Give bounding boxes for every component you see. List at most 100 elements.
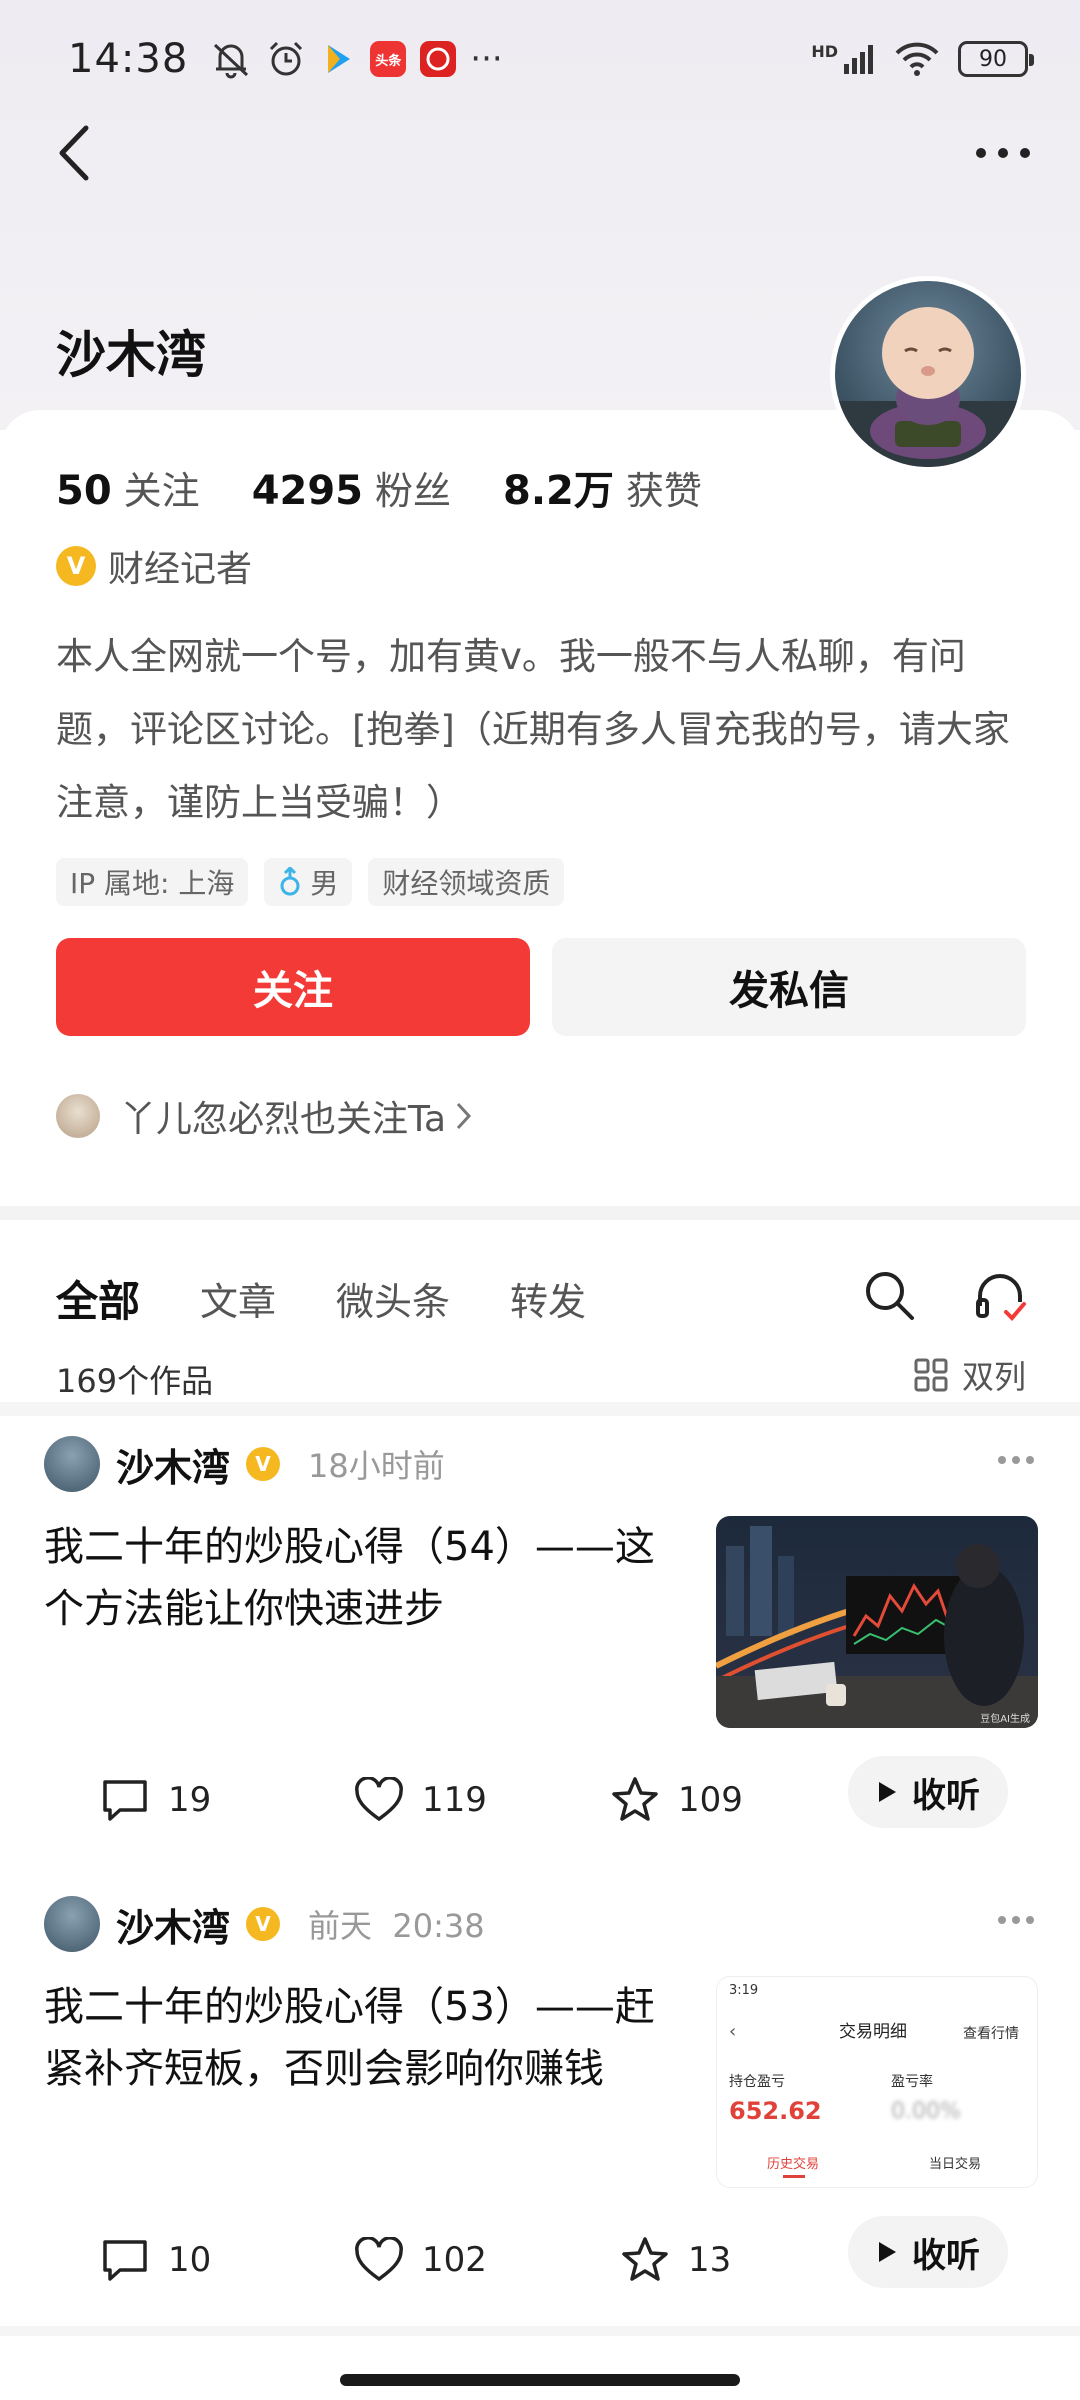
back-button[interactable] xyxy=(52,118,108,188)
works-count: 169个作品 xyxy=(56,1362,214,1400)
post-author[interactable]: 沙木湾 V 18小时前 xyxy=(44,1436,445,1492)
stat-label: 获赞 xyxy=(625,469,702,513)
section-divider xyxy=(0,1206,1080,1220)
play-icon xyxy=(879,2242,896,2262)
post-author-name: 沙木湾 xyxy=(116,1445,231,1490)
app-icon xyxy=(320,41,356,77)
thumb-value-blurred: 0.00% xyxy=(891,2099,961,2124)
thumbnail-caption: 豆包AI生成 xyxy=(980,1712,1030,1725)
post-actions: 10 102 13 xyxy=(100,2236,731,2284)
favorite-button[interactable]: 109 xyxy=(610,1776,743,1824)
post-more-button[interactable] xyxy=(994,1910,1038,1930)
chevron-right-icon xyxy=(456,1102,472,1130)
profile-tags: IP 属地: 上海 男 财经领域资质 xyxy=(56,858,565,906)
comment-icon xyxy=(103,2240,147,2281)
favorite-count: 109 xyxy=(678,1780,743,1820)
profile-stats: 50 关注 4295 粉丝 8.2万 获赞 xyxy=(56,458,702,516)
verified-icon: V xyxy=(56,546,96,586)
verified-title: 财经记者 xyxy=(108,549,253,590)
status-icons: 头条 ··· xyxy=(210,39,503,79)
like-count: 102 xyxy=(422,2240,487,2280)
thumb-status-time: 3:19 xyxy=(729,1983,759,1998)
star-icon xyxy=(622,2237,668,2281)
post-actions: 19 119 109 xyxy=(100,1776,743,1824)
more-dots-icon xyxy=(998,1916,1034,1924)
verified-icon: V xyxy=(246,1447,281,1481)
gender-tag: 男 xyxy=(264,858,353,906)
male-icon xyxy=(280,867,300,896)
thumb-back-icon: ‹ xyxy=(729,2021,737,2042)
profile-avatar[interactable] xyxy=(830,276,1026,472)
thumb-value: 652.62 xyxy=(729,2097,822,2125)
back-arrow-icon xyxy=(59,125,89,181)
verified-badge-row: V 财经记者 xyxy=(56,540,252,592)
profile-name: 沙木湾 xyxy=(56,326,206,384)
stat-number: 4295 xyxy=(251,468,364,514)
post-item[interactable]: 沙木湾 V 18小时前 我二十年的炒股心得（54）——这个方法能让你快速进步 豆… xyxy=(0,1436,1080,1876)
qualification-tag[interactable]: 财经领域资质 xyxy=(368,858,565,906)
post-thumbnail[interactable]: 豆包AI生成 xyxy=(716,1516,1038,1728)
thumb-label: 盈亏率 xyxy=(891,2074,933,2090)
tab-all[interactable]: 全部 xyxy=(56,1268,140,1329)
stat-number: 50 xyxy=(56,468,112,514)
comment-button[interactable]: 10 xyxy=(100,2237,354,2283)
comment-count: 19 xyxy=(168,1780,212,1820)
post-author-avatar xyxy=(44,1436,100,1492)
layout-toggle[interactable]: 双列 xyxy=(914,1352,1026,1398)
comment-icon xyxy=(103,1780,147,1821)
post-author-name: 沙木湾 xyxy=(116,1905,231,1950)
like-button[interactable]: 119 xyxy=(354,1777,610,1823)
thumb-tab-indicator xyxy=(783,2175,805,2178)
status-right: HD 90 xyxy=(811,41,1034,77)
stat-likes[interactable]: 8.2万 获赞 xyxy=(503,458,702,516)
thumb-tab: 当日交易 xyxy=(929,2157,982,2172)
signal-icon: HD xyxy=(811,42,876,76)
heart-icon xyxy=(355,2237,403,2282)
thumb-link: 查看行情 xyxy=(963,2026,1019,2042)
status-time: 14:38 xyxy=(68,36,189,82)
stat-following[interactable]: 50 关注 xyxy=(56,460,200,515)
message-button[interactable]: 发私信 xyxy=(552,938,1026,1036)
post-thumbnail[interactable]: 3:19 ‹ 交易明细 查看行情 持仓盈亏 盈亏率 652.62 0.00% 历… xyxy=(716,1976,1038,2188)
app-icon xyxy=(420,41,457,77)
post-author[interactable]: 沙木湾 V 前天 20:38 xyxy=(44,1896,485,1952)
tab-articles[interactable]: 文章 xyxy=(200,1271,276,1326)
headphones-icon xyxy=(976,1274,1026,1321)
more-options-button[interactable] xyxy=(968,128,1038,178)
post-title[interactable]: 我二十年的炒股心得（53）——赶紧补齐短板，否则会影响你赚钱 xyxy=(44,1976,684,2100)
post-title[interactable]: 我二十年的炒股心得（54）——这个方法能让你快速进步 xyxy=(44,1516,684,1640)
ip-location-tag: IP 属地: 上海 xyxy=(56,858,249,906)
mutual-avatar xyxy=(56,1094,100,1138)
listen-button[interactable]: 收听 xyxy=(848,1756,1008,1828)
stat-number: 8.2万 xyxy=(503,468,614,514)
post-more-button[interactable] xyxy=(994,1450,1038,1470)
stat-label: 关注 xyxy=(123,469,200,513)
status-bar: 14:38 头条 ··· HD 90 xyxy=(0,0,1080,118)
mute-icon xyxy=(210,39,252,79)
listen-all-button[interactable] xyxy=(972,1268,1028,1324)
search-button[interactable] xyxy=(862,1268,916,1322)
mutual-follow-text: 丫儿忽必烈也关注Ta xyxy=(120,1099,447,1140)
like-count: 119 xyxy=(422,1780,487,1820)
follow-button[interactable]: 关注 xyxy=(56,938,530,1036)
listen-button[interactable]: 收听 xyxy=(848,2216,1008,2288)
post-item[interactable]: 沙木湾 V 前天 20:38 我二十年的炒股心得（53）——赶紧补齐短板，否则会… xyxy=(0,1896,1080,2336)
like-button[interactable]: 102 xyxy=(354,2237,620,2283)
wifi-icon xyxy=(894,41,940,77)
thumb-tab: 历史交易 xyxy=(767,2157,820,2172)
comment-button[interactable]: 19 xyxy=(100,1777,354,1823)
heart-icon xyxy=(355,1777,403,1822)
more-icon: ··· xyxy=(470,39,503,79)
tab-micro-posts[interactable]: 微头条 xyxy=(336,1271,450,1326)
list-top-band xyxy=(0,1402,1080,1416)
toutiao-icon: 头条 xyxy=(370,41,407,77)
search-icon xyxy=(866,1272,914,1320)
stat-followers[interactable]: 4295 粉丝 xyxy=(252,460,451,515)
favorite-button[interactable]: 13 xyxy=(620,2236,731,2284)
tab-reposts[interactable]: 转发 xyxy=(510,1271,586,1326)
grid-icon xyxy=(914,1358,948,1392)
home-indicator[interactable] xyxy=(340,2374,740,2386)
mutual-follow-row[interactable]: 丫儿忽必烈也关注Ta xyxy=(56,1090,474,1142)
layout-label: 双列 xyxy=(962,1358,1027,1396)
more-dots-icon xyxy=(976,148,1030,158)
